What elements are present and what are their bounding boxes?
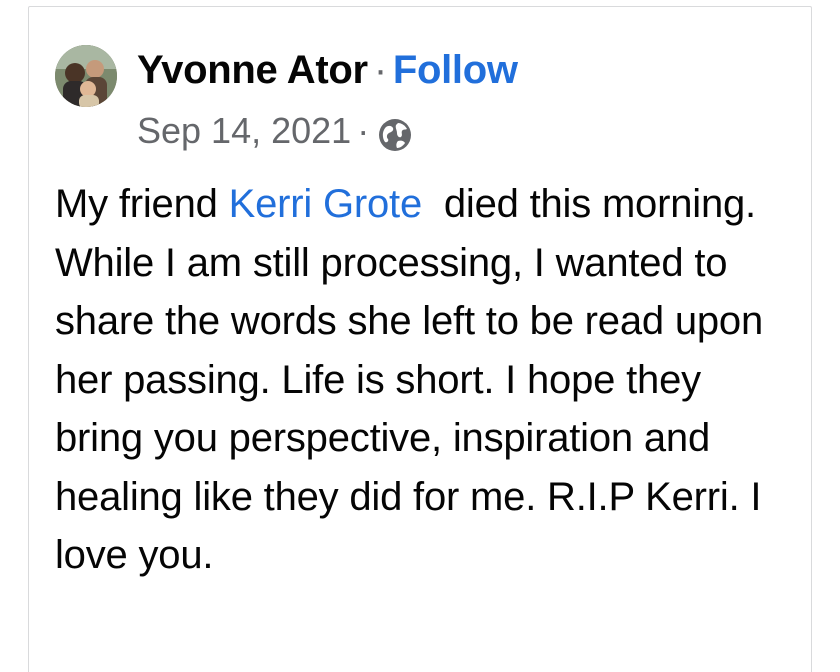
globe-icon[interactable]: [377, 115, 413, 151]
post-card: Yvonne Ator · Follow Sep 14, 2021 · My frie…: [28, 6, 812, 672]
post-date[interactable]: Sep 14, 2021: [137, 105, 351, 157]
follow-button[interactable]: Follow: [393, 48, 518, 92]
mention-link[interactable]: Kerri Grote: [229, 182, 423, 226]
post-body: My friend Kerri Grote died this morning.…: [55, 175, 795, 585]
post-meta: Sep 14, 2021 ·: [137, 105, 413, 157]
author-avatar[interactable]: [55, 45, 117, 107]
author-name[interactable]: Yvonne Ator: [137, 48, 368, 92]
post-header: Yvonne Ator · Follow: [137, 42, 518, 98]
avatar-photo: [55, 45, 117, 107]
meta-separator: ·: [357, 110, 370, 151]
post-body-text: died this morning. While I am still proc…: [55, 182, 778, 577]
header-separator: ·: [373, 48, 387, 92]
post-body-intro: My friend: [55, 182, 229, 226]
